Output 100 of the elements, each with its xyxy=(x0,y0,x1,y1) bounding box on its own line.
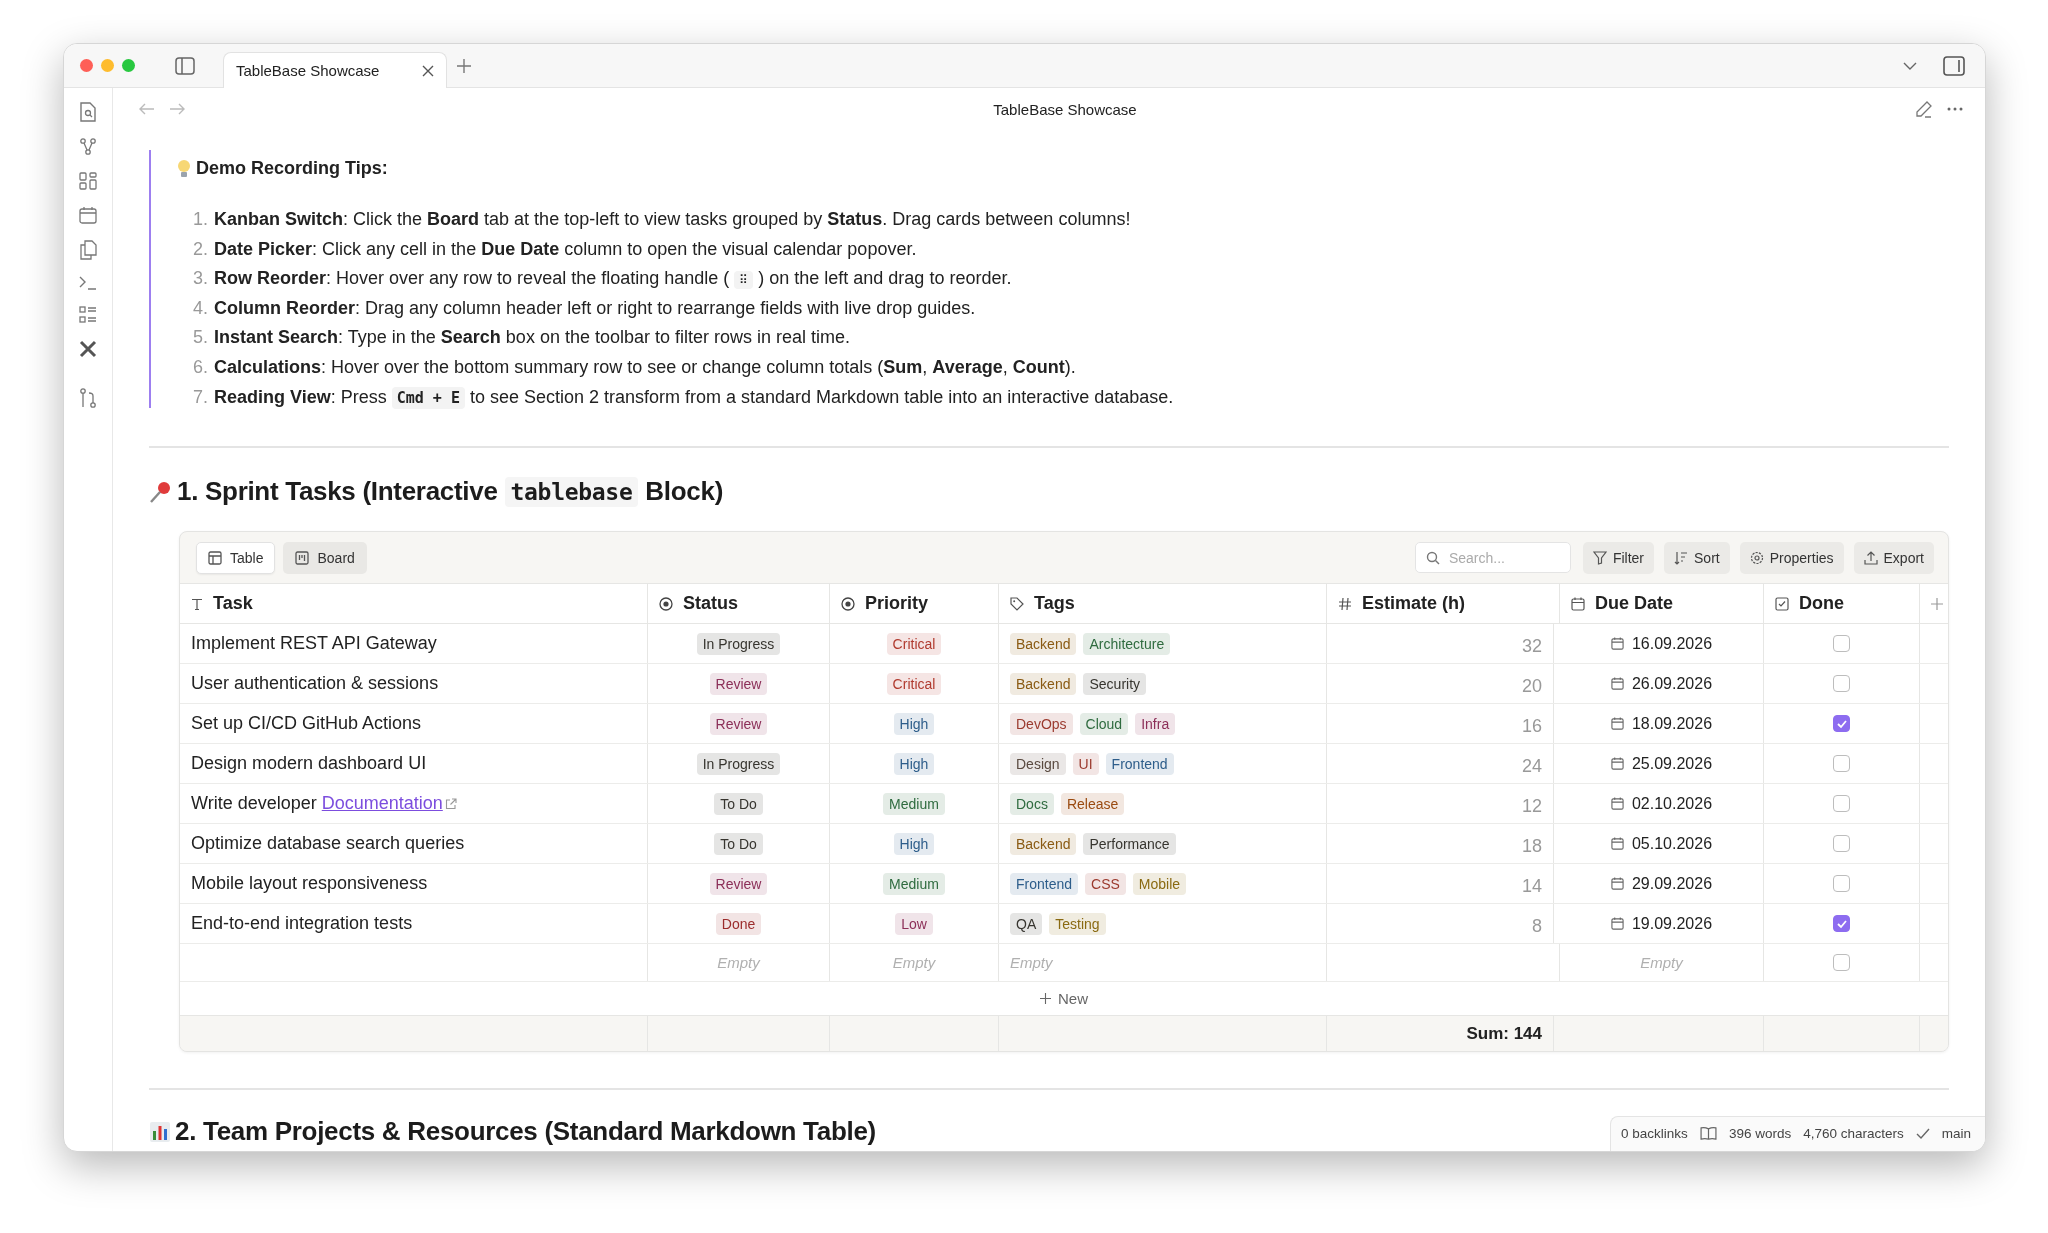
status-pill: To Do xyxy=(714,832,763,855)
list-number: 5. xyxy=(193,326,208,350)
documentation-link[interactable]: Documentation xyxy=(321,793,443,814)
toolbar-button[interactable]: Export xyxy=(1853,541,1934,574)
done-checkbox[interactable] xyxy=(1833,715,1850,733)
tag-icon xyxy=(1010,596,1024,611)
toolbar-button[interactable]: Properties xyxy=(1739,541,1844,574)
tag-pill: Infra xyxy=(1135,712,1176,735)
radio-icon xyxy=(659,596,673,611)
tag-pill: Docs xyxy=(1010,792,1054,815)
back-arrow-icon[interactable] xyxy=(139,103,155,115)
sidebar-toggle-icon[interactable] xyxy=(175,56,195,75)
view-tab[interactable]: Board xyxy=(283,541,367,574)
section-heading: 2. Team Projects & Resources (Standard Markdown Table) xyxy=(175,1116,876,1148)
done-checkbox[interactable] xyxy=(1833,954,1850,972)
tag-pill: DevOps xyxy=(1010,712,1073,735)
task-name: Write developer Documentation xyxy=(191,793,443,815)
calendar-icon xyxy=(1610,877,1624,891)
file-search-icon[interactable] xyxy=(79,102,97,122)
tip-text: Calculations: Hover over the bottom summary row to see or change column totals (Sum, Average, Count). xyxy=(214,356,1076,377)
estimate-value: 18 xyxy=(1521,836,1542,858)
callout-title: Demo Recording Tips: xyxy=(196,158,388,179)
chevron-down-icon[interactable] xyxy=(1903,61,1917,70)
tag-pill: CSS xyxy=(1085,872,1126,895)
list-number: 6. xyxy=(193,355,208,379)
tag-pill: Performance xyxy=(1083,832,1176,855)
book-icon[interactable] xyxy=(1699,1127,1717,1140)
word-count: 396 words xyxy=(1728,1126,1792,1141)
radio-icon xyxy=(841,596,855,611)
backlinks-count[interactable]: 0 backlinks xyxy=(1621,1126,1688,1141)
upload-icon xyxy=(1863,550,1878,565)
sum-value[interactable]: Sum: 144 xyxy=(1466,1023,1542,1044)
branch-name[interactable]: main xyxy=(1941,1126,1971,1141)
edit-icon[interactable] xyxy=(1915,100,1933,118)
document-tab[interactable]: TableBase Showcase xyxy=(223,52,447,88)
add-column-icon[interactable] xyxy=(1931,597,1943,610)
done-checkbox[interactable] xyxy=(1833,675,1850,693)
column-header[interactable]: Task xyxy=(180,584,648,624)
column-header[interactable]: Status xyxy=(648,584,830,624)
calendar-icon xyxy=(1571,596,1585,611)
tag-pill: Frontend xyxy=(1105,752,1174,775)
check-icon[interactable] xyxy=(1915,1127,1930,1140)
status-pill: Review xyxy=(709,712,768,735)
tip-text: Reading View: Press Cmd + E to see Section 2 transform from a standard Markdown table into an interactive database. xyxy=(214,386,1174,407)
due-date: 29.09.2026 xyxy=(1631,874,1713,893)
tag-pill: Backend xyxy=(1010,832,1077,855)
character-count: 4,760 characters xyxy=(1803,1126,1904,1141)
copy-icon[interactable] xyxy=(79,240,97,260)
note-title: TableBase Showcase xyxy=(993,100,1137,118)
tag-pill: Mobile xyxy=(1132,872,1187,895)
done-checkbox[interactable] xyxy=(1833,795,1850,813)
terminal-icon[interactable] xyxy=(79,276,97,290)
view-tab[interactable]: Table xyxy=(196,541,276,574)
estimate-value: 16 xyxy=(1521,716,1542,738)
list-number: 3. xyxy=(193,267,208,291)
due-date: 18.09.2026 xyxy=(1631,714,1713,733)
close-icon[interactable] xyxy=(422,64,434,77)
column-header[interactable]: Done xyxy=(1764,584,1920,624)
priority-pill: Medium xyxy=(883,792,945,815)
graph-icon[interactable] xyxy=(79,138,97,156)
close-window-button[interactable] xyxy=(80,59,93,72)
priority-pill: High xyxy=(893,712,935,735)
tip-text: Row Reorder: Hover over any row to reveal the floating handle ( ⠿ ) on the left and drag to reorder. xyxy=(214,268,1012,289)
bar-chart-icon xyxy=(149,1120,171,1143)
forward-arrow-icon[interactable] xyxy=(169,103,185,115)
hash-icon xyxy=(1338,596,1352,611)
tag-pill: UI xyxy=(1072,752,1099,775)
status-pill: Done xyxy=(715,912,762,935)
estimate-value: 32 xyxy=(1521,636,1542,658)
done-checkbox[interactable] xyxy=(1833,835,1850,853)
estimate-value: 8 xyxy=(1532,916,1542,938)
right-sidebar-icon[interactable] xyxy=(1943,55,1965,76)
status-pill: Review xyxy=(709,672,768,695)
git-branch-icon[interactable] xyxy=(79,388,97,408)
column-header[interactable]: Tags xyxy=(999,584,1327,624)
lightbulb-icon xyxy=(177,158,191,179)
done-checkbox[interactable] xyxy=(1833,915,1850,933)
toolbar-button[interactable]: Sort xyxy=(1664,541,1730,574)
settings-icon xyxy=(1749,550,1764,565)
calendar-icon[interactable] xyxy=(79,206,97,224)
toolbar-button[interactable]: Filter xyxy=(1582,541,1655,574)
column-header[interactable]: Priority xyxy=(830,584,999,624)
search-field[interactable]: Search... xyxy=(1414,542,1571,574)
checkbox-type-icon xyxy=(1775,596,1789,611)
column-header[interactable]: Estimate (h) xyxy=(1327,584,1560,624)
more-icon[interactable] xyxy=(1947,107,1963,111)
task-name: Mobile layout responsiveness xyxy=(191,873,428,895)
list-icon[interactable] xyxy=(79,306,97,324)
priority-pill: Low xyxy=(895,912,933,935)
new-row-button[interactable]: New xyxy=(1034,989,1094,1009)
maximize-window-button[interactable] xyxy=(122,59,135,72)
sort-icon xyxy=(1674,550,1689,565)
column-header[interactable]: Due Date xyxy=(1560,584,1764,624)
done-checkbox[interactable] xyxy=(1833,875,1850,893)
grid-icon[interactable] xyxy=(79,172,97,190)
add-tab-icon[interactable] xyxy=(457,58,471,73)
priority-pill: Critical xyxy=(886,672,942,695)
text-type-icon xyxy=(191,597,203,610)
done-checkbox[interactable] xyxy=(1833,755,1850,773)
done-checkbox[interactable] xyxy=(1833,635,1850,653)
